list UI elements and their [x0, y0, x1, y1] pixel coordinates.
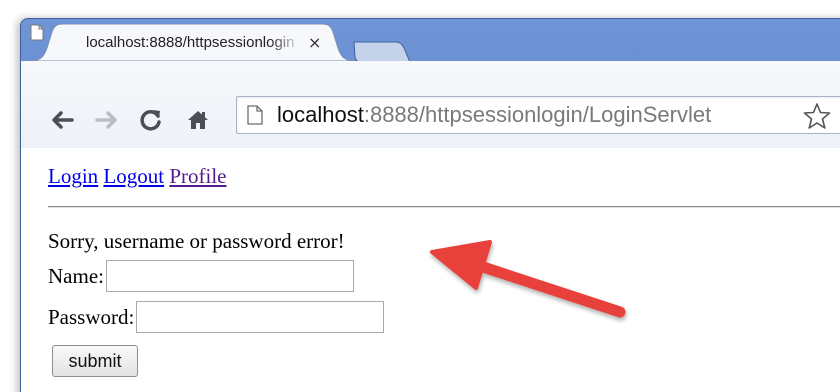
forward-button[interactable] [94, 107, 120, 133]
back-button[interactable] [49, 107, 75, 133]
name-row: Name: [48, 260, 354, 292]
close-icon[interactable]: × [308, 33, 321, 52]
annotation-arrow-icon [430, 240, 626, 318]
home-button[interactable] [185, 107, 211, 133]
reload-icon [140, 110, 161, 131]
tab-title: localhost:8888/httpsessionlogin [86, 34, 295, 51]
forward-arrow-icon [95, 111, 117, 129]
address-bar[interactable]: localhost:8888/httpsessionlogin/LoginSer… [236, 96, 840, 134]
name-label: Name: [48, 263, 104, 288]
home-icon [188, 111, 208, 129]
page-icon [247, 105, 263, 125]
logout-link[interactable]: Logout [103, 164, 164, 188]
password-input[interactable] [136, 301, 385, 333]
profile-link[interactable]: Profile [169, 164, 226, 188]
error-message: Sorry, username or password error! [48, 229, 345, 253]
url-path: :8888/httpsessionlogin/LoginServlet [363, 102, 712, 127]
browser-tab[interactable]: localhost:8888/httpsessionlogin × [30, 24, 360, 61]
page-icon [30, 24, 44, 41]
login-link[interactable]: Login [48, 164, 98, 188]
divider [48, 206, 840, 208]
url-text: localhost:8888/httpsessionlogin/LoginSer… [277, 102, 711, 128]
nav-links: Login Logout Profile [48, 164, 227, 189]
browser-toolbar: localhost:8888/httpsessionlogin/LoginSer… [21, 61, 840, 149]
back-arrow-icon [52, 111, 74, 129]
password-row: Password: [48, 301, 385, 333]
password-label: Password: [48, 304, 135, 329]
name-input[interactable] [105, 260, 354, 292]
submit-button[interactable]: submit [52, 345, 138, 377]
star-icon[interactable] [803, 102, 831, 130]
reload-button[interactable] [138, 107, 164, 133]
url-host: localhost [277, 102, 364, 127]
